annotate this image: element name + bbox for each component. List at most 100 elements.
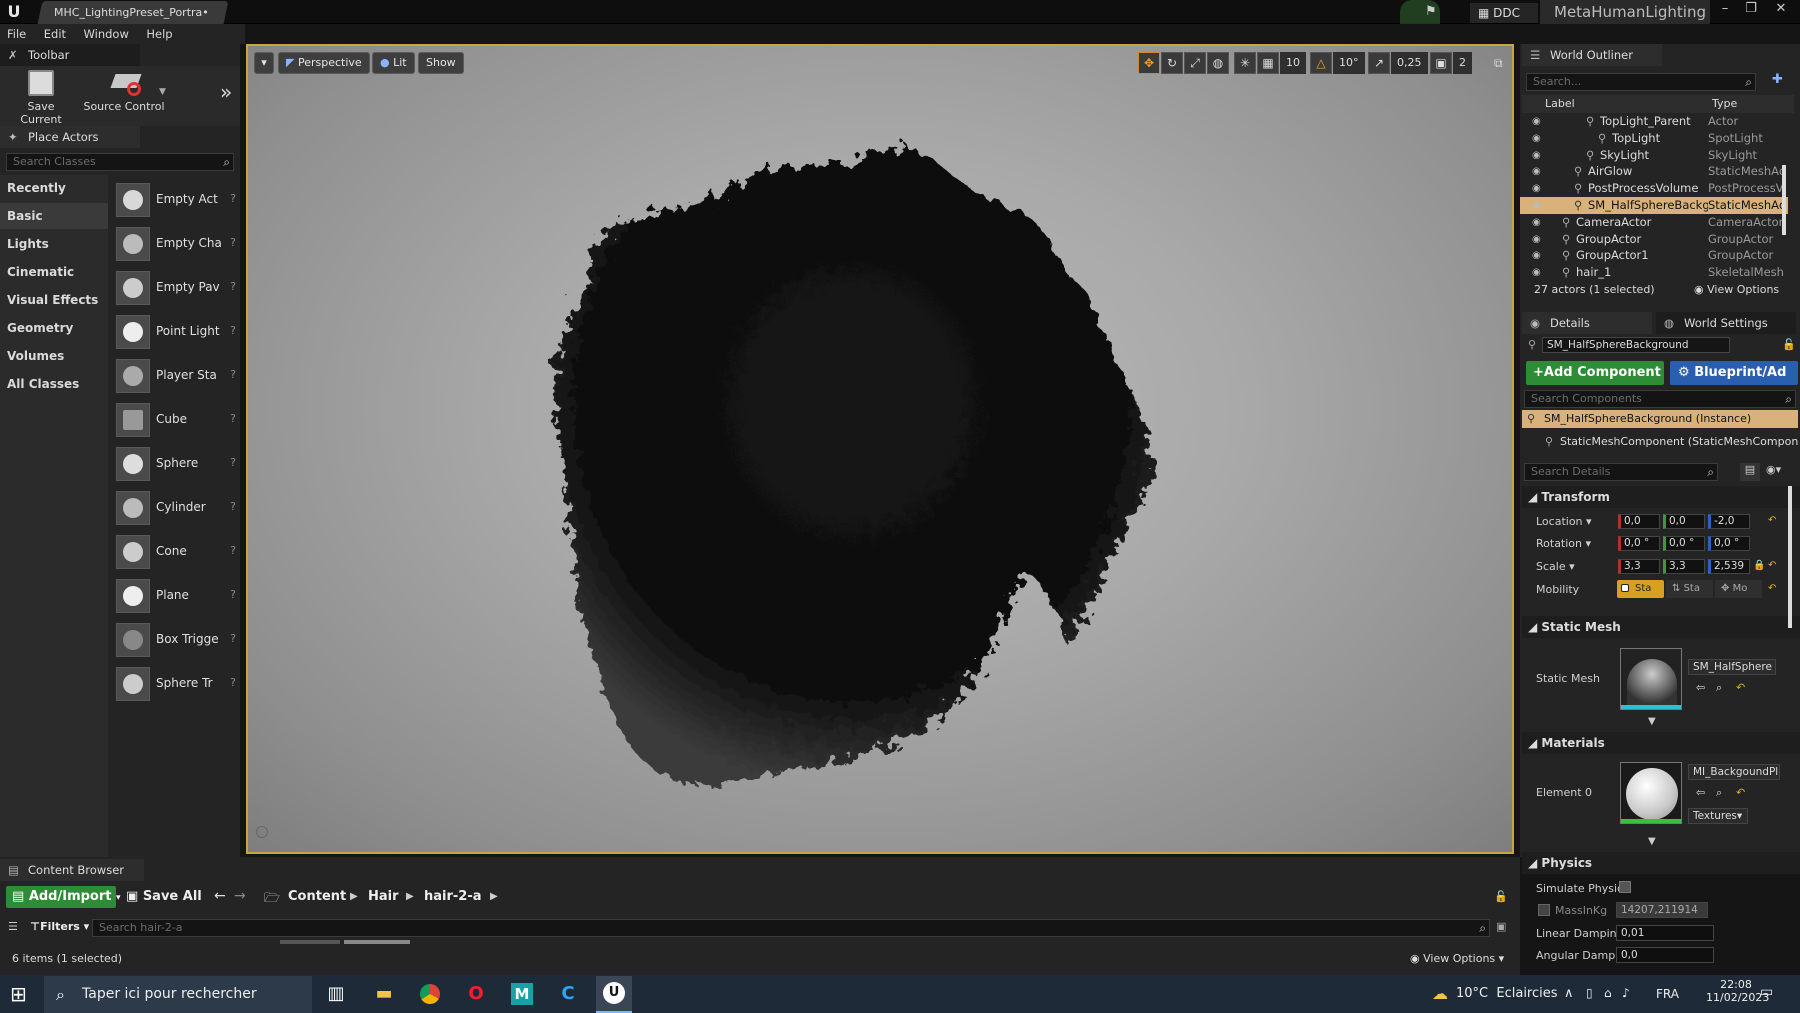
task-view-icon[interactable]: ▥ xyxy=(318,979,354,1009)
breadcrumb-chevron-icon[interactable]: ▶ xyxy=(350,891,358,902)
viewport-realtime-icon[interactable] xyxy=(256,826,268,838)
menu-help[interactable]: Help xyxy=(139,24,179,44)
breadcrumb-content[interactable]: Content xyxy=(288,889,346,904)
mobility-stationary-button[interactable]: ⇅ Sta xyxy=(1666,580,1713,598)
actor-item[interactable]: Plane? xyxy=(116,576,240,616)
help-icon[interactable]: ? xyxy=(230,412,236,425)
rotation-label[interactable]: Rotation ▾ xyxy=(1536,537,1591,550)
actor-item[interactable]: Empty Act? xyxy=(116,180,240,220)
cinema-app-icon[interactable]: C xyxy=(550,979,586,1009)
content-browser-tab[interactable]: ▤ Content Browser xyxy=(0,859,144,881)
category-all-classes[interactable]: All Classes xyxy=(0,371,108,397)
details-eye-icon[interactable]: ◉▾ xyxy=(1766,463,1781,476)
place-actors-tab[interactable]: ✦ Place Actors xyxy=(0,126,140,148)
outliner-search-input[interactable]: Search... ⌕ xyxy=(1526,73,1756,91)
outliner-row[interactable]: ◉ ⚲ PostProcessVolume PostProcessV xyxy=(1520,180,1788,197)
visibility-eye-icon[interactable]: ◉ xyxy=(1532,247,1541,264)
unreal-logo-icon[interactable]: U xyxy=(4,2,24,22)
help-icon[interactable]: ? xyxy=(230,236,236,249)
content-view-options[interactable]: ◉ View Options ▾ xyxy=(1410,952,1504,965)
reset-static-mesh-icon[interactable]: ↶ xyxy=(1736,681,1745,694)
use-selected-material-icon[interactable]: ⇦ xyxy=(1696,786,1705,799)
visibility-eye-icon[interactable]: ◉ xyxy=(1532,231,1541,248)
object-name-field[interactable]: SM_HalfSphereBackground xyxy=(1542,337,1730,353)
menu-window[interactable]: Window xyxy=(77,24,136,44)
battery-icon[interactable]: ▯ xyxy=(1586,986,1593,1000)
outliner-scrollbar[interactable] xyxy=(1782,165,1786,235)
reset-mobility-icon[interactable]: ↶ xyxy=(1768,583,1776,594)
outliner-row[interactable]: ◉ ⚲ TopLight_Parent Actor xyxy=(1520,113,1788,130)
maya-icon[interactable]: M xyxy=(504,979,540,1009)
visibility-eye-icon[interactable]: ◉ xyxy=(1532,197,1541,214)
toolbar-expand-icon[interactable]: » xyxy=(220,80,232,104)
reset-material-icon[interactable]: ↶ xyxy=(1736,786,1745,799)
visibility-eye-icon[interactable]: ◉ xyxy=(1532,147,1541,164)
help-icon[interactable]: ? xyxy=(230,368,236,381)
category-lights[interactable]: Lights xyxy=(0,231,108,257)
expand-advanced-icon[interactable]: ▼ xyxy=(1648,716,1656,727)
visibility-eye-icon[interactable]: ◉ xyxy=(1532,130,1541,147)
category-cinematic[interactable]: Cinematic xyxy=(0,259,108,285)
close-button[interactable]: ✕ xyxy=(1764,0,1798,20)
file-explorer-icon[interactable]: ▬ xyxy=(366,979,402,1009)
back-arrow-icon[interactable]: ← xyxy=(214,888,226,904)
browse-material-icon[interactable]: ⌕ xyxy=(1716,786,1722,800)
lock-icon[interactable]: 🔓 xyxy=(1782,338,1796,351)
taskbar-search-input[interactable]: Taper ici pour rechercher xyxy=(44,976,312,1013)
actor-item[interactable]: Sphere Tr? xyxy=(116,664,240,704)
tray-chevron-icon[interactable]: ∧ xyxy=(1564,986,1574,1001)
outliner-row[interactable]: ◉ ⚲ GroupActor GroupActor xyxy=(1520,231,1788,248)
menu-file[interactable]: File xyxy=(0,24,33,44)
rotation-y[interactable]: 0,0 ° xyxy=(1663,536,1705,551)
weather-icon[interactable]: ☁ xyxy=(1432,984,1448,1003)
filters-button[interactable]: ⊤Filters ▾ xyxy=(30,920,89,933)
volume-icon[interactable]: ♪ xyxy=(1622,986,1630,1000)
breadcrumb-chevron-icon[interactable]: ▶ xyxy=(406,891,414,902)
visibility-eye-icon[interactable]: ◉ xyxy=(1532,264,1541,281)
property-matrix-icon[interactable]: ▤ xyxy=(1740,463,1760,481)
actor-item[interactable]: Sphere? xyxy=(116,444,240,484)
details-scrollbar[interactable] xyxy=(1788,486,1792,628)
add-actor-filter-icon[interactable]: ✚ xyxy=(1772,72,1783,87)
breadcrumb-hair-2-a[interactable]: hair-2-a xyxy=(424,889,482,904)
sources-panel-icon[interactable]: ☰ xyxy=(8,920,18,933)
add-import-button[interactable]: ▤ Add/Import ▾ xyxy=(6,886,121,908)
help-icon[interactable]: ? xyxy=(230,676,236,689)
scale-y[interactable]: 3,3 xyxy=(1663,559,1705,574)
scale-label[interactable]: Scale ▾ xyxy=(1536,560,1575,573)
search-details-input[interactable]: Search Details ⌕ xyxy=(1524,463,1718,481)
clock[interactable]: 22:08 11/02/2023 xyxy=(1706,978,1769,1004)
material-thumbnail[interactable] xyxy=(1620,762,1682,824)
use-selected-icon[interactable]: ⇦ xyxy=(1696,681,1705,694)
blueprint-button[interactable]: ⚙ Blueprint/Ad xyxy=(1670,361,1798,385)
visibility-eye-icon[interactable]: ◉ xyxy=(1532,214,1541,231)
scale-x[interactable]: 3,3 xyxy=(1618,559,1660,574)
outliner-view-options[interactable]: ◉ View Options xyxy=(1694,283,1779,296)
actor-item[interactable]: Point Light? xyxy=(116,312,240,352)
help-icon[interactable]: ? xyxy=(230,324,236,337)
outliner-row[interactable]: ◉ ⚲ SkyLight SkyLight xyxy=(1520,147,1788,164)
opera-icon[interactable]: O xyxy=(458,979,494,1009)
help-icon[interactable]: ? xyxy=(230,544,236,557)
world-settings-tab[interactable]: ◍ World Settings xyxy=(1656,312,1796,334)
document-tab[interactable]: MHC_LightingPreset_Portra• xyxy=(37,1,229,24)
notification-flag-icon[interactable]: ⚑ xyxy=(1425,4,1437,19)
windows-start-icon[interactable]: ⊞ xyxy=(10,982,27,1006)
weather-text[interactable]: 10°C Eclaircies xyxy=(1456,986,1558,1001)
actor-item[interactable]: Cylinder? xyxy=(116,488,240,528)
language-indicator[interactable]: FRA xyxy=(1656,987,1679,1001)
location-y[interactable]: 0,0 xyxy=(1663,514,1705,529)
angular-damping-field[interactable]: 0,0 xyxy=(1616,947,1714,963)
minimize-button[interactable]: – xyxy=(1712,0,1738,20)
breadcrumb-hair[interactable]: Hair xyxy=(368,889,399,904)
actor-item[interactable]: Cube? xyxy=(116,400,240,440)
visibility-eye-icon[interactable]: ◉ xyxy=(1532,113,1541,130)
source-control-dropdown-icon[interactable]: ▼ xyxy=(159,87,166,97)
source-control-button[interactable]: Source Control xyxy=(82,70,166,113)
linear-damping-field[interactable]: 0,01 xyxy=(1616,925,1714,941)
ddc-indicator[interactable]: ▦ DDC xyxy=(1470,3,1538,23)
save-all-button[interactable]: ▣ Save All xyxy=(126,889,202,904)
cb-scroll-thumb-2[interactable] xyxy=(344,940,410,944)
world-outliner-tab[interactable]: ☰ World Outliner xyxy=(1522,44,1662,66)
help-icon[interactable]: ? xyxy=(230,280,236,293)
